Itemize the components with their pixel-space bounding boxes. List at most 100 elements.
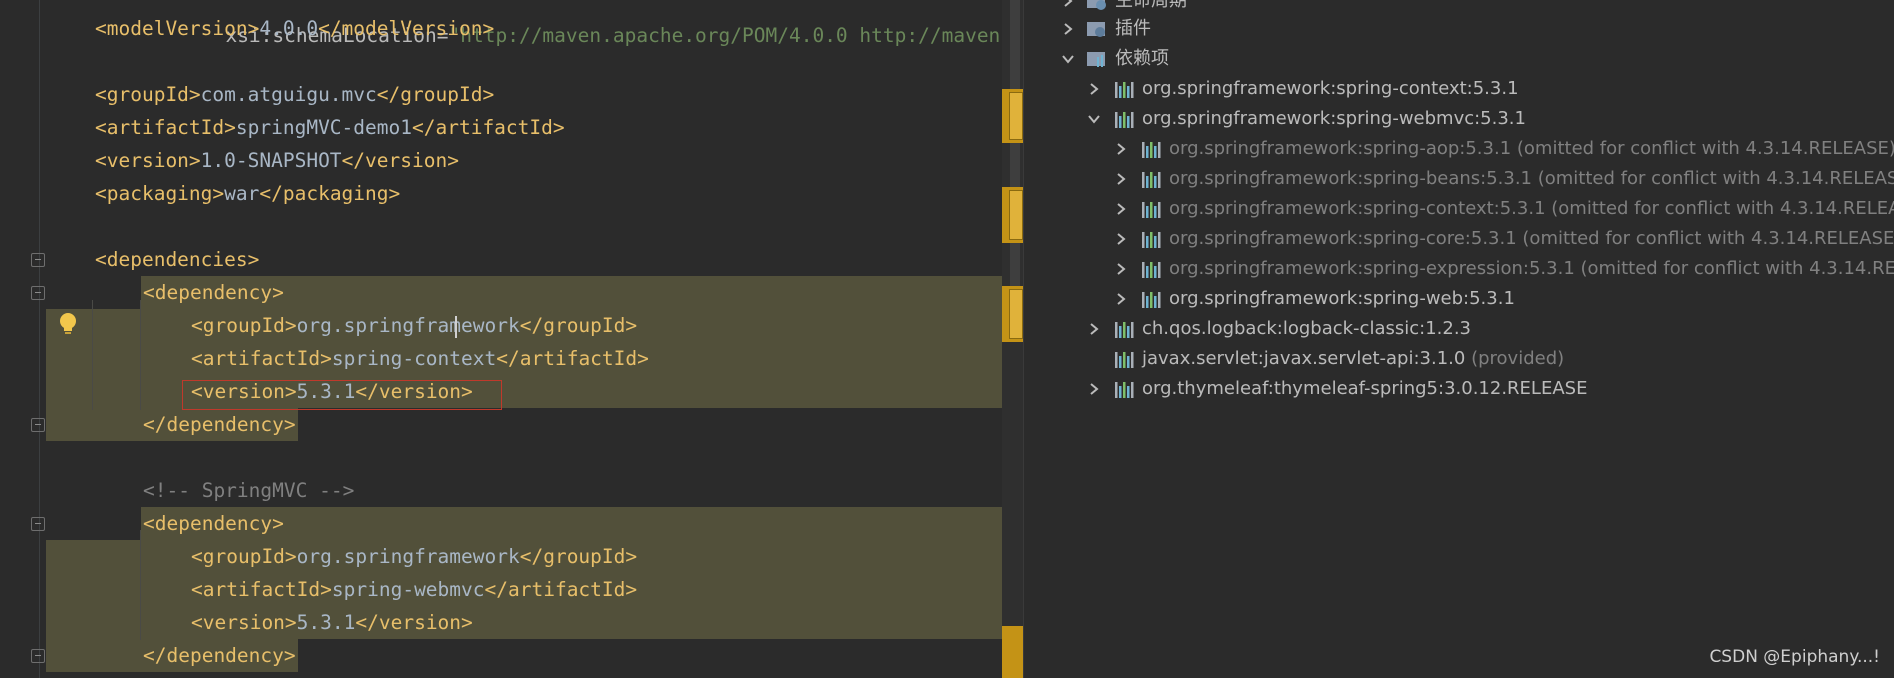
dependency-label: org.springframework:spring-aop:5.3.1 (om… [1169, 134, 1894, 164]
fold-icon[interactable] [31, 517, 45, 531]
library-folder-icon [1087, 52, 1105, 67]
xml-close-tag: </modelVersion> [318, 17, 495, 40]
code-line[interactable]: <dependencies> [0, 243, 1023, 276]
xml-close-tag: </groupId> [519, 545, 638, 568]
code-line[interactable]: <artifactId>spring-webmvc</artifactId> [0, 573, 1023, 606]
code-line[interactable]: <version>5.3.1</version> [0, 375, 1023, 408]
dependency-note: (omitted for conflict with 4.3.14.RELEAS… [1522, 228, 1894, 249]
code-line[interactable]: <artifactId>springMVC-demo1</artifactId> [0, 111, 1023, 144]
dependency-label: org.thymeleaf:thymeleaf-spring5:3.0.12.R… [1142, 374, 1587, 404]
xml-open-tag: <groupId> [191, 314, 297, 337]
xml-close-tag: </version> [341, 149, 459, 172]
dependency-coordinate: org.springframework:spring-context:5.3.1 [1142, 78, 1519, 99]
tree-row-dependency[interactable]: org.springframework:spring-beans:5.3.1 (… [1024, 164, 1894, 194]
indent-guide [140, 300, 141, 410]
code-editor[interactable]: xsi:schemaLocation="http://maven.apache.… [0, 0, 1023, 678]
gear-folder-icon [1087, 0, 1106, 10]
xml-close-tag: </dependency> [143, 413, 296, 436]
tree-label: 插件 [1115, 18, 1151, 39]
scroll-marker[interactable] [1002, 187, 1023, 243]
chevron-right-icon[interactable] [1086, 314, 1102, 344]
scroll-marker[interactable] [1002, 626, 1023, 678]
xml-close-tag: </dependency> [143, 644, 296, 667]
code-line[interactable]: <dependency> [0, 507, 1023, 540]
tree-row-dependency[interactable]: org.springframework:spring-context:5.3.1… [1024, 194, 1894, 224]
code-line[interactable]: <groupId>org.springframework</groupId> [0, 540, 1023, 573]
tree-row-dependency[interactable]: javax.servlet:javax.servlet-api:3.1.0 (p… [1024, 344, 1884, 374]
code-line[interactable]: <packaging>war</packaging> [0, 177, 1023, 210]
tree-row-dependency[interactable]: org.springframework:spring-web:5.3.1 [1024, 284, 1884, 314]
code-line[interactable]: </dependency> [0, 408, 1023, 441]
text-caret [455, 316, 457, 338]
xml-open-tag: <dependencies> [95, 248, 260, 271]
maven-tool-window: 生命周期 插件 依赖项 org.springframework:spring-c… [1023, 0, 1894, 678]
xml-value: 5.3.1 [296, 611, 356, 634]
lightbulb-icon[interactable] [58, 312, 78, 336]
tree-row-dependency[interactable]: org.springframework:spring-aop:5.3.1 (om… [1024, 134, 1894, 164]
xml-close-tag: </artifactId> [484, 578, 638, 601]
xml-close-tag: </version> [355, 611, 473, 634]
chevron-right-icon[interactable] [1113, 134, 1129, 164]
dependency-coordinate: org.springframework:spring-web:5.3.1 [1169, 288, 1515, 309]
code-line[interactable]: <version>1.0-SNAPSHOT</version> [0, 144, 1023, 177]
library-icon [1115, 112, 1134, 128]
tree-label: 依赖项 [1115, 48, 1169, 69]
code-line[interactable]: <groupId>org.springframework</groupId> [0, 309, 1023, 342]
chevron-right-icon[interactable] [1060, 14, 1076, 44]
xml-value: spring-webmvc [331, 578, 485, 601]
gear-folder-icon [1087, 22, 1105, 37]
xml-close-tag: </artifactId> [412, 116, 565, 139]
tree-row-dependency[interactable]: org.springframework:spring-webmvc:5.3.1 [1024, 104, 1884, 134]
tree-row-dependency[interactable]: org.thymeleaf:thymeleaf-spring5:3.0.12.R… [1024, 374, 1884, 404]
tree-row-dependencies[interactable]: 依赖项 [1024, 44, 1884, 74]
code-line[interactable]: <dependency> [0, 276, 1023, 309]
tree-row-dependency[interactable]: ch.qos.logback:logback-classic:1.2.3 [1024, 314, 1884, 344]
indent-guide [92, 300, 93, 410]
xml-open-tag: <groupId> [191, 545, 297, 568]
chevron-right-icon[interactable] [1086, 374, 1102, 404]
dependency-coordinate: ch.qos.logback:logback-classic:1.2.3 [1142, 318, 1472, 339]
library-icon [1142, 232, 1161, 248]
code-line[interactable]: <!-- SpringMVC --> [0, 474, 1023, 507]
code-line[interactable]: <modelVersion>4.0.0</modelVersion> [0, 12, 1023, 45]
xml-close-tag: </packaging> [259, 182, 401, 205]
library-icon [1142, 172, 1161, 188]
chevron-right-icon[interactable] [1113, 164, 1129, 194]
tree-row-dependency[interactable]: org.springframework:spring-expression:5.… [1024, 254, 1894, 284]
highlight-box [182, 380, 502, 410]
xml-open-tag: <modelVersion> [95, 17, 260, 40]
fold-icon[interactable] [31, 649, 45, 663]
code-line[interactable]: <artifactId>spring-context</artifactId> [0, 342, 1023, 375]
tree-row-plugins[interactable]: 插件 [1024, 14, 1884, 44]
scroll-marker[interactable] [1002, 286, 1023, 342]
library-icon [1115, 322, 1134, 338]
code-line[interactable]: </dependency> [0, 639, 1023, 672]
xml-value: spring-context [331, 347, 497, 370]
dependency-coordinate: org.springframework:spring-aop:5.3.1 [1169, 138, 1512, 159]
chevron-down-icon[interactable] [1086, 104, 1102, 134]
chevron-down-icon[interactable] [1060, 44, 1076, 74]
tree-row-dependency[interactable]: org.springframework:spring-core:5.3.1 (o… [1024, 224, 1894, 254]
fold-icon[interactable] [31, 418, 45, 432]
xml-open-tag: <artifactId> [191, 347, 332, 370]
chevron-right-icon[interactable] [1086, 74, 1102, 104]
dependency-label: org.springframework:spring-context:5.3.1 [1142, 74, 1519, 104]
xml-open-tag: <packaging> [95, 182, 225, 205]
chevron-right-icon[interactable] [1113, 284, 1129, 314]
dependency-note: (omitted for conflict with 4.3.14.RELEAS… [1537, 168, 1894, 189]
fold-icon[interactable] [31, 286, 45, 300]
chevron-right-icon[interactable] [1113, 194, 1129, 224]
library-icon [1142, 292, 1161, 308]
code-line[interactable]: <groupId>com.atguigu.mvc</groupId> [0, 78, 1023, 111]
code-line[interactable]: <version>5.3.1</version> [0, 606, 1023, 639]
scroll-marker[interactable] [1002, 89, 1023, 143]
xml-value: 1.0-SNAPSHOT [200, 149, 342, 172]
chevron-right-icon[interactable] [1113, 254, 1129, 284]
library-icon [1115, 382, 1134, 398]
tree-row-dependency[interactable]: org.springframework:spring-context:5.3.1 [1024, 74, 1884, 104]
dependency-label: javax.servlet:javax.servlet-api:3.1.0 (p… [1142, 344, 1564, 374]
chevron-right-icon[interactable] [1113, 224, 1129, 254]
fold-icon[interactable] [31, 253, 45, 267]
scrollbar-thumb[interactable] [1010, 0, 1020, 300]
library-icon [1142, 262, 1161, 278]
